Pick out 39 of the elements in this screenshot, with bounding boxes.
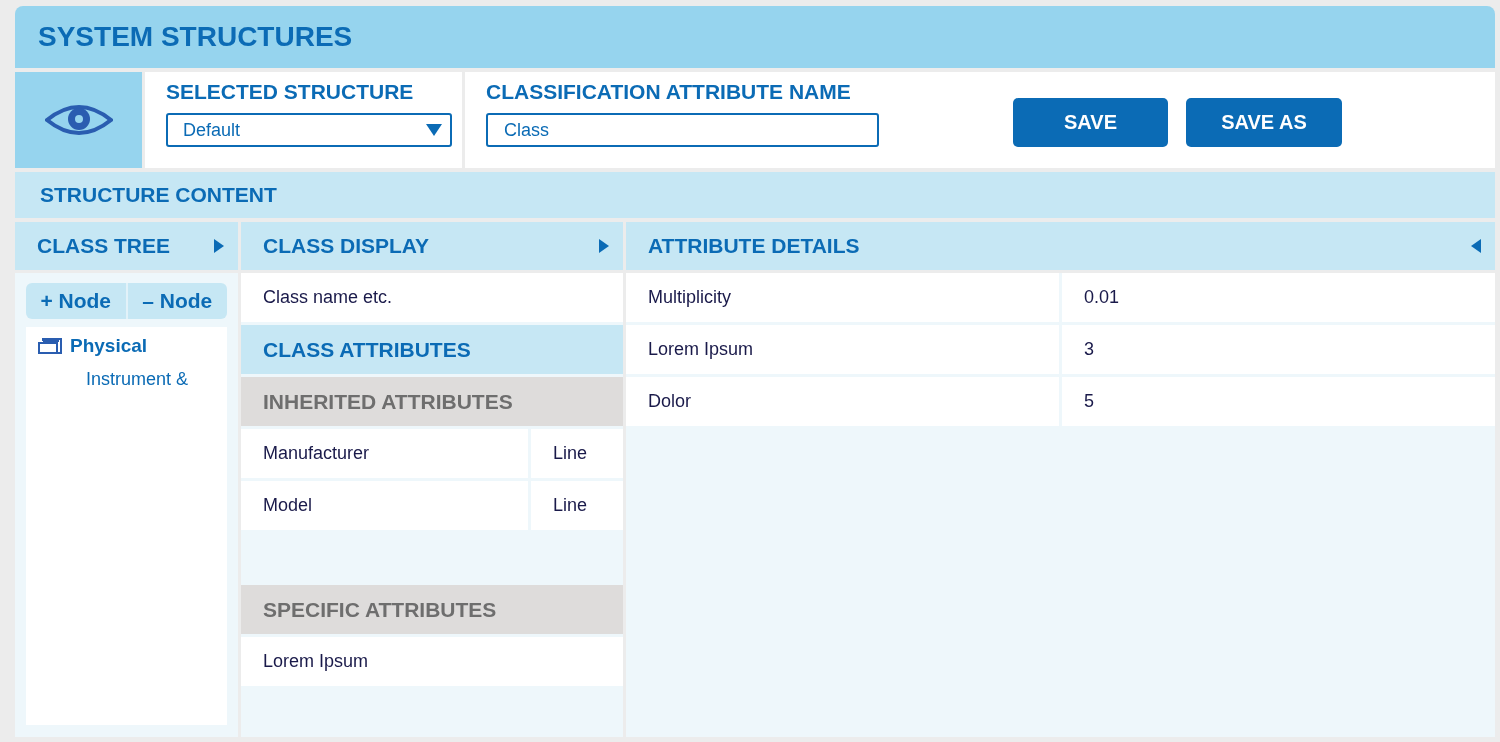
panel-title: ATTRIBUTE DETAILS: [648, 234, 860, 258]
eye-icon: [44, 102, 113, 138]
save-as-button[interactable]: SAVE AS: [1186, 98, 1342, 147]
attribute-name-field[interactable]: Class: [486, 113, 879, 147]
dropdown-caret-icon: [426, 124, 442, 136]
window-title: SYSTEM STRUCTURES: [38, 21, 353, 53]
expand-arrow-icon[interactable]: [599, 239, 609, 253]
collapse-arrow-icon[interactable]: [1471, 239, 1481, 253]
section-title: CLASS ATTRIBUTES: [263, 337, 471, 362]
table-cell: Multiplicity: [626, 273, 1059, 322]
table-cell: Line: [531, 429, 623, 478]
save-button[interactable]: SAVE: [1013, 98, 1168, 147]
table-cell: Manufacturer: [241, 429, 528, 478]
subsection-title: INHERITED ATTRIBUTES: [263, 389, 513, 414]
row-label: Lorem Ipsum: [263, 651, 369, 672]
tree-item[interactable]: Instrument &: [86, 369, 189, 389]
folder-icon: [38, 337, 62, 355]
list-row[interactable]: Class name etc.: [241, 273, 623, 322]
add-node-button[interactable]: + Node: [26, 283, 126, 319]
list-row[interactable]: Lorem Ipsum: [241, 637, 623, 686]
table-cell: Line: [531, 481, 623, 530]
tree-item[interactable]: Physical: [70, 335, 148, 357]
remove-node-button[interactable]: – Node: [125, 283, 227, 319]
table-cell: 5: [1062, 377, 1495, 426]
row-label: Class name etc.: [263, 287, 393, 308]
subsection-title: SPECIFIC ATTRIBUTES: [263, 597, 497, 622]
table-cell: 3: [1062, 325, 1495, 374]
panel-title: CLASS DISPLAY: [263, 234, 430, 258]
field-label: CLASSIFICATION ATTRIBUTE NAME: [486, 80, 852, 104]
table-cell: Dolor: [626, 377, 1059, 426]
table-cell: Lorem Ipsum: [626, 325, 1059, 374]
structure-dropdown[interactable]: Default: [166, 113, 452, 147]
section-title: STRUCTURE CONTENT: [40, 183, 277, 207]
field-label: SELECTED STRUCTURE: [166, 80, 415, 104]
section-row[interactable]: CLASS ATTRIBUTES: [241, 325, 623, 374]
table-cell: Model: [241, 481, 528, 530]
table-cell: 0.01: [1062, 273, 1495, 322]
panel-title: CLASS TREE: [37, 234, 170, 258]
expand-arrow-icon[interactable]: [214, 239, 224, 253]
